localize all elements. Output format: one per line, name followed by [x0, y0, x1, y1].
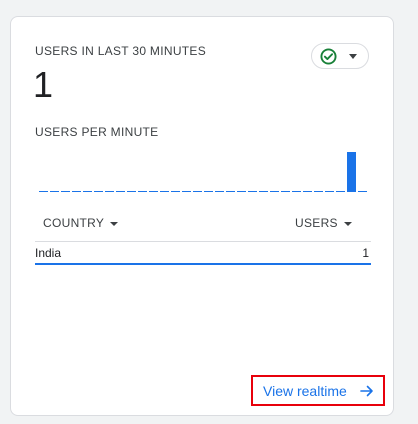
chart-heading: USERS PER MINUTE [35, 125, 159, 139]
arrow-right-icon [360, 385, 373, 397]
chart-baseline-mark [138, 191, 147, 192]
chart-baseline-mark [50, 191, 59, 192]
chart-baseline-mark [94, 191, 103, 192]
chart-baseline-mark [259, 191, 268, 192]
chart-baseline-mark [72, 191, 81, 192]
chart-baseline-mark [303, 191, 312, 192]
chart-baseline-mark [314, 191, 323, 192]
chart-baseline-mark [248, 191, 257, 192]
chart-baseline-mark [61, 191, 70, 192]
table-divider [35, 241, 371, 242]
card-heading: USERS IN LAST 30 MINUTES [35, 44, 207, 58]
chart-baseline-mark [336, 191, 345, 192]
chart-baseline-mark [149, 191, 158, 192]
chart-baseline-mark [237, 191, 246, 192]
column-header-users[interactable]: USERS [295, 216, 352, 230]
chart-baseline-mark [292, 191, 301, 192]
chart-baseline-mark [105, 191, 114, 192]
check-circle-icon [320, 48, 337, 65]
chart-baseline-mark [39, 191, 48, 192]
chart-baseline-mark [171, 191, 180, 192]
chart-baseline-mark [204, 191, 213, 192]
chart-baseline-mark [116, 191, 125, 192]
chart-baseline-mark [83, 191, 92, 192]
users-per-minute-chart [39, 152, 367, 192]
users-count: 1 [33, 64, 54, 105]
chevron-down-icon [343, 221, 352, 226]
status-dropdown[interactable] [311, 43, 369, 69]
chart-baseline-mark [358, 191, 367, 192]
chevron-down-icon [110, 221, 119, 226]
chart-baseline-mark [193, 191, 202, 192]
realtime-card: USERS IN LAST 30 MINUTES 1 USERS PER MIN… [10, 16, 394, 416]
chart-bar[interactable] [347, 152, 356, 192]
chart-baseline-mark [127, 191, 136, 192]
table-row-bar [35, 263, 371, 265]
column-header-country[interactable]: COUNTRY [43, 216, 119, 230]
table-row-country: India [35, 246, 62, 260]
chevron-down-icon [349, 54, 357, 59]
chart-baseline-mark [325, 191, 334, 192]
view-realtime-link[interactable]: View realtime [251, 375, 385, 406]
chart-baseline-mark [182, 191, 191, 192]
chart-baseline-mark [160, 191, 169, 192]
chart-baseline-mark [215, 191, 224, 192]
column-header-users-label: USERS [295, 216, 338, 230]
column-header-country-label: COUNTRY [43, 216, 105, 230]
chart-baseline-mark [281, 191, 290, 192]
chart-baseline-mark [270, 191, 279, 192]
chart-baseline-mark [226, 191, 235, 192]
table-row-users: 1 [362, 246, 369, 260]
view-realtime-label: View realtime [263, 382, 347, 399]
